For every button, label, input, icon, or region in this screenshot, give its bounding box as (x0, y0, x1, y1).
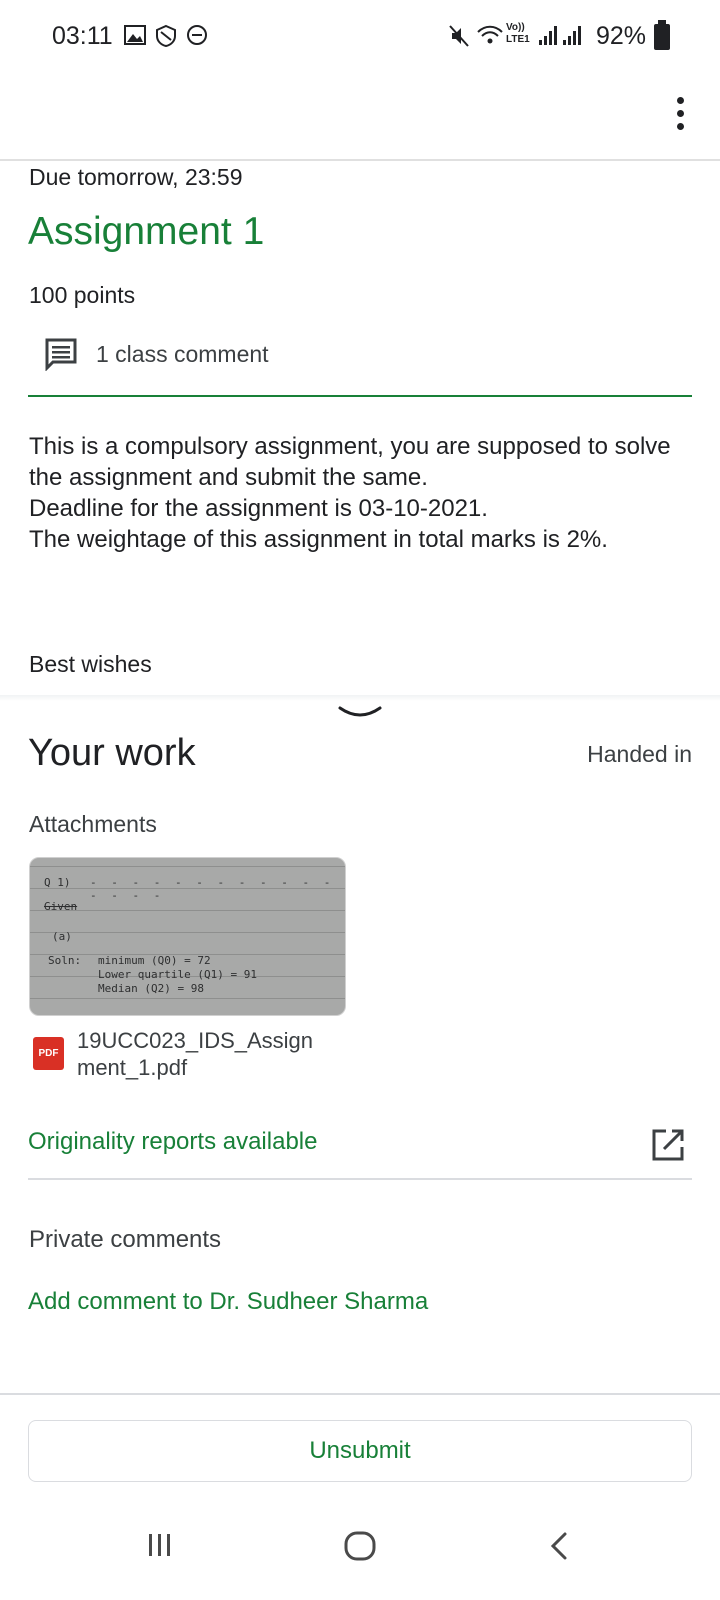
sheet-top-edge (0, 695, 720, 701)
thumb-part: (a) (52, 930, 72, 943)
assignment-closing: Best wishes (29, 651, 152, 677)
thumb-line3: Median (Q2) = 98 (98, 982, 204, 995)
pdf-icon: PDF (33, 1037, 64, 1070)
originality-divider (28, 1178, 692, 1180)
open-external-icon[interactable] (650, 1127, 686, 1163)
vpn-icon (156, 24, 176, 48)
section-divider (28, 395, 692, 397)
wifi-icon (477, 25, 503, 44)
hand-in-status: Handed in (587, 741, 692, 767)
unsubmit-button[interactable]: Unsubmit (28, 1420, 692, 1482)
more-vert-icon[interactable] (676, 97, 686, 137)
battery-icon (654, 20, 670, 50)
battery-percent: 92% (595, 22, 646, 50)
class-comments-button[interactable]: 1 class comment (44, 334, 269, 374)
assignment-title: Assignment 1 (28, 210, 265, 253)
home-icon[interactable] (343, 1530, 377, 1562)
signal-icon (539, 26, 557, 45)
app-bar (0, 75, 720, 161)
thumb-soln: Soln: (48, 954, 82, 967)
private-comments-label: Private comments (29, 1226, 222, 1253)
signal-roaming-icon (563, 26, 581, 45)
assignment-description: This is a compulsory assignment, you are… (29, 433, 671, 553)
thumb-question: Q 1) (44, 876, 71, 889)
network-label: Vo)) LTE1 (506, 22, 530, 45)
thumb-given: Given (44, 900, 78, 913)
gallery-icon (124, 25, 146, 45)
system-nav-bar (0, 1510, 720, 1600)
attachments-label: Attachments (29, 811, 157, 837)
originality-reports-link[interactable]: Originality reports available (28, 1128, 317, 1156)
recent-apps-icon[interactable] (147, 1530, 173, 1560)
attachment-thumbnail[interactable]: Q 1) - - - - - - - - - - - - - - - - Giv… (29, 857, 346, 1016)
add-private-comment-link[interactable]: Add comment to Dr. Sudheer Sharma (28, 1288, 428, 1316)
due-date: Due tomorrow, 23:59 (29, 164, 243, 190)
status-bar: 03:11 Vo)) LTE1 92% (0, 0, 720, 75)
back-icon[interactable] (548, 1530, 570, 1562)
do-not-disturb-icon (187, 25, 207, 45)
class-comments-label: 1 class comment (96, 340, 269, 367)
thumb-line1: minimum (Q0) = 72 (98, 954, 211, 967)
status-time: 03:11 (52, 22, 113, 50)
attachment-file[interactable]: PDF 19UCC023_IDS_Assign ment_1.pdf (33, 1027, 347, 1081)
mute-icon (449, 25, 469, 47)
assignment-points: 100 points (29, 282, 136, 308)
thumb-dashes: - - - - - - - - - - - - - - - - (90, 876, 335, 902)
comment-icon (45, 338, 77, 371)
action-divider (0, 1393, 720, 1395)
attachment-file-name: 19UCC023_IDS_Assign ment_1.pdf (77, 1028, 314, 1080)
thumb-line2: Lower quartile (Q1) = 91 (98, 968, 257, 981)
your-work-title: Your work (28, 732, 196, 774)
collapse-chevron-icon[interactable] (335, 702, 385, 724)
